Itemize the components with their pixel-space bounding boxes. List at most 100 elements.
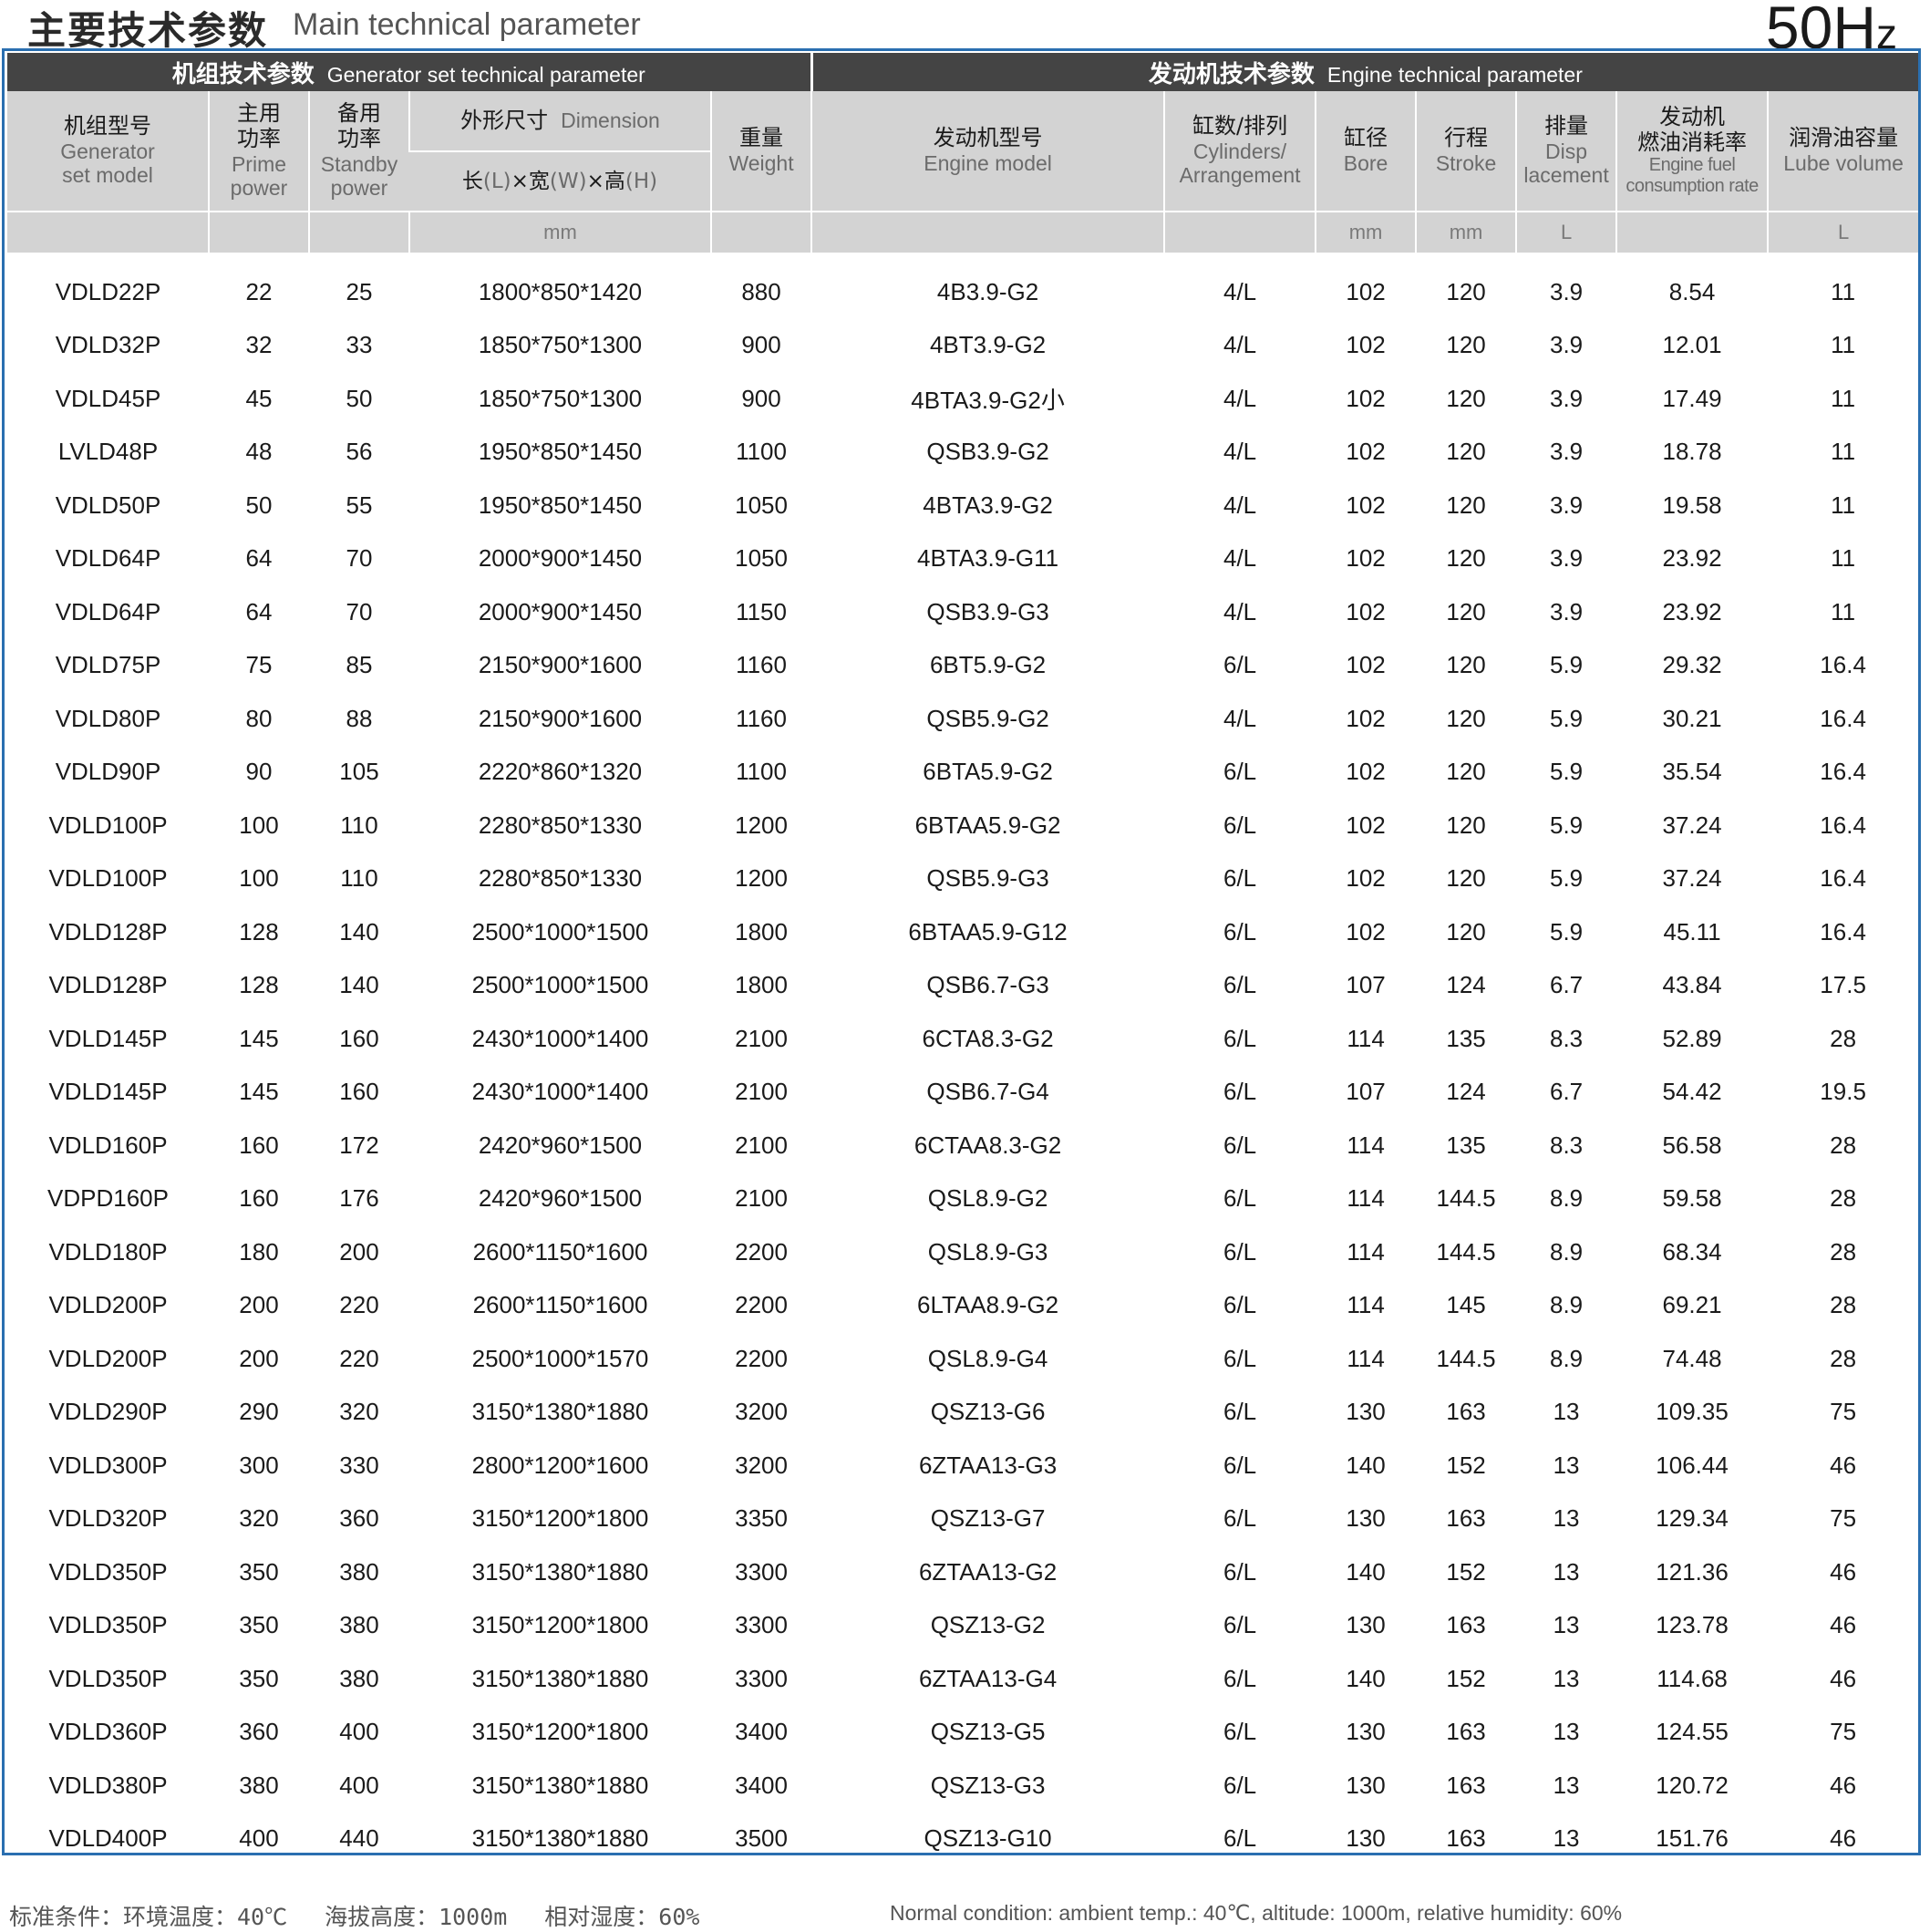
cell-prime-power: 145 xyxy=(239,1024,279,1052)
cell-dimension: 2600*1150*1600 xyxy=(472,1237,648,1266)
cell-weight: 3200 xyxy=(735,1398,788,1426)
cell-displacement: 8.9 xyxy=(1549,1291,1584,1319)
cell-dimension: 3150*1380*1880 xyxy=(471,1824,649,1853)
cell-standby-power: 85 xyxy=(346,651,373,679)
cell-bore: 114 xyxy=(1347,1237,1385,1266)
cell-standby-power: 105 xyxy=(339,758,379,786)
cell-standby-power: 88 xyxy=(346,704,373,732)
cell-fuel-consumption: 123.78 xyxy=(1656,1611,1729,1639)
cell-weight: 1800 xyxy=(735,971,788,999)
cell-lube-volume: 46 xyxy=(1830,1557,1857,1586)
cell-cylinders: 4/L xyxy=(1223,277,1257,305)
cell-model: LVLD48P xyxy=(57,438,159,466)
cell-engine-model: 6LTAA8.9-G2 xyxy=(917,1291,1059,1319)
cell-model: VDPD160P xyxy=(47,1184,169,1213)
cell-displacement: 13 xyxy=(1553,1451,1580,1479)
cell-cylinders: 6/L xyxy=(1223,1291,1257,1319)
cell-fuel-consumption: 124.55 xyxy=(1656,1718,1729,1746)
table-row: VDLD350P 350 380 3150*1380*1880 3300 6ZTAA13-… xyxy=(7,1652,1918,1706)
cell-prime-power: 350 xyxy=(239,1664,279,1692)
cell-engine-model: 4BTA3.9-G11 xyxy=(917,544,1059,573)
cell-lube-volume: 16.4 xyxy=(1820,651,1866,679)
cell-bore: 130 xyxy=(1346,1611,1386,1639)
cell-dimension: 2430*1000*1400 xyxy=(471,1024,649,1052)
cell-displacement: 8.3 xyxy=(1549,1131,1584,1159)
unit-empty xyxy=(1615,211,1769,253)
cell-displacement: 13 xyxy=(1553,1504,1580,1533)
col-displacement: 排量 Disp lacement xyxy=(1515,91,1617,212)
cell-bore: 102 xyxy=(1346,597,1386,625)
cell-lube-volume: 28 xyxy=(1830,1237,1857,1266)
cell-dimension: 2000*900*1450 xyxy=(478,597,643,625)
cell-cylinders: 4/L xyxy=(1223,544,1257,573)
cell-standby-power: 220 xyxy=(339,1291,379,1319)
cell-model: VDLD128P xyxy=(48,917,168,945)
cell-prime-power: 64 xyxy=(245,544,273,573)
cell-dimension: 3150*1200*1800 xyxy=(471,1718,649,1746)
table-row: VDLD160P 160 172 2420*960*1500 2100 6CTAA8.3-… xyxy=(7,1119,1918,1173)
cell-weight: 1100 xyxy=(736,438,787,466)
cell-bore: 114 xyxy=(1347,1184,1385,1213)
cell-lube-volume: 11 xyxy=(1831,438,1856,466)
cell-bore: 102 xyxy=(1346,758,1386,786)
table-row: VDLD80P 80 88 2150*900*1600 1160 QSB5.9-G2 4/L… xyxy=(7,692,1918,746)
col-prime-power: 主用 功率 Prime power xyxy=(208,91,309,212)
cell-standby-power: 220 xyxy=(339,1344,379,1372)
cell-stroke: 163 xyxy=(1446,1611,1486,1639)
cell-displacement: 5.9 xyxy=(1549,704,1584,732)
cell-displacement: 13 xyxy=(1553,1771,1580,1799)
cell-standby-power: 70 xyxy=(346,544,373,573)
cell-bore: 130 xyxy=(1346,1824,1386,1853)
cell-weight: 3400 xyxy=(735,1718,788,1746)
col-standby-power: 备用 功率 Standby power xyxy=(308,91,409,212)
cell-fuel-consumption: 54.42 xyxy=(1662,1078,1722,1106)
cell-weight: 1050 xyxy=(735,491,788,519)
cell-model: VDLD32P xyxy=(55,331,161,359)
cell-weight: 2200 xyxy=(735,1344,788,1372)
cell-stroke: 120 xyxy=(1446,438,1486,466)
cell-lube-volume: 16.4 xyxy=(1820,811,1866,839)
footer-humidity-cn: 相对湿度：60% xyxy=(544,1904,700,1930)
cell-cylinders: 6/L xyxy=(1223,917,1257,945)
cell-prime-power: 320 xyxy=(239,1504,279,1533)
cell-lube-volume: 11 xyxy=(1831,491,1856,519)
cell-model: VDLD360P xyxy=(48,1718,168,1746)
cell-model: VDLD128P xyxy=(48,971,168,999)
cell-fuel-consumption: 121.36 xyxy=(1656,1557,1729,1586)
page-title-en: Main technical parameter xyxy=(293,7,641,42)
cell-lube-volume: 16.4 xyxy=(1820,704,1866,732)
cell-dimension: 2800*1200*1600 xyxy=(471,1451,649,1479)
cell-prime-power: 90 xyxy=(245,758,273,786)
cell-bore: 130 xyxy=(1346,1718,1386,1746)
cell-model: VDLD22P xyxy=(55,277,161,305)
cell-prime-power: 400 xyxy=(239,1824,279,1853)
cell-prime-power: 290 xyxy=(239,1398,279,1426)
cell-lube-volume: 75 xyxy=(1830,1718,1857,1746)
cell-weight: 900 xyxy=(741,331,781,359)
cell-dimension: 1800*850*1420 xyxy=(478,277,643,305)
unit-empty xyxy=(7,211,209,253)
cell-bore: 107 xyxy=(1346,1078,1386,1106)
cell-model: VDLD145P xyxy=(48,1078,168,1106)
cell-weight: 1050 xyxy=(735,544,788,573)
cell-cylinders: 6/L xyxy=(1223,1557,1257,1586)
cell-displacement: 3.9 xyxy=(1549,331,1584,359)
cell-stroke: 163 xyxy=(1446,1824,1486,1853)
cell-engine-model: QSZ13-G7 xyxy=(930,1504,1046,1533)
cell-bore: 130 xyxy=(1346,1504,1386,1533)
cell-prime-power: 45 xyxy=(245,384,273,412)
cell-bore: 114 xyxy=(1347,1131,1385,1159)
cell-engine-model: 4BTA3.9-G2小 xyxy=(911,386,1065,414)
cell-dimension: 2280*850*1330 xyxy=(478,811,643,839)
cell-prime-power: 64 xyxy=(245,597,273,625)
cell-engine-model: 4BTA3.9-G2 xyxy=(923,491,1053,519)
cell-cylinders: 6/L xyxy=(1223,1504,1257,1533)
cell-lube-volume: 46 xyxy=(1830,1771,1857,1799)
cell-bore: 107 xyxy=(1346,971,1386,999)
cell-prime-power: 128 xyxy=(239,971,279,999)
cell-weight: 2100 xyxy=(735,1184,788,1213)
cell-cylinders: 6/L xyxy=(1223,1718,1257,1746)
cell-cylinders: 6/L xyxy=(1223,1237,1257,1266)
table-row: VDLD22P 22 25 1800*850*1420 880 4B3.9-G2 4/L 10… xyxy=(7,265,1918,319)
cell-displacement: 13 xyxy=(1553,1611,1580,1639)
